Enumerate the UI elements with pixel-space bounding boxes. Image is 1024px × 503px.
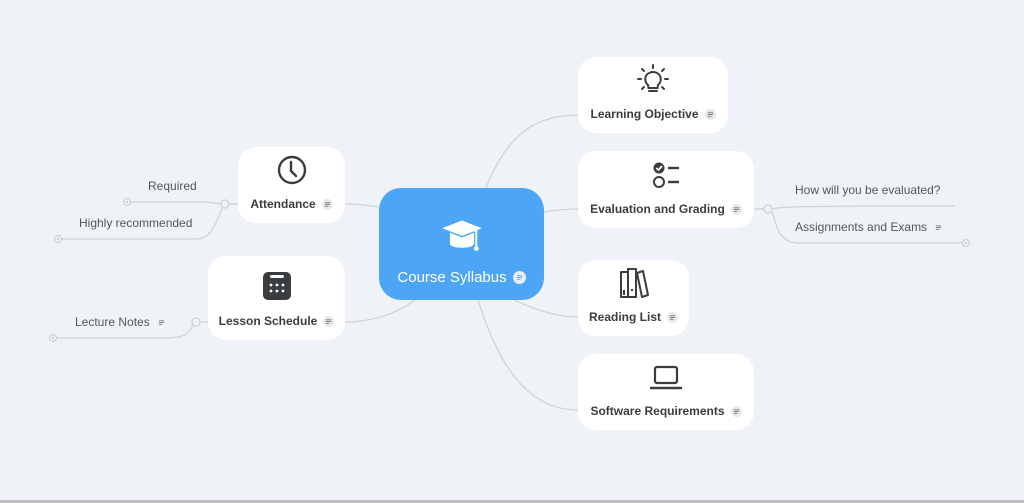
books-icon	[619, 268, 649, 298]
node-lesson-schedule[interactable]: Lesson Schedule	[208, 256, 345, 340]
leaf-label: Highly recommended	[79, 216, 193, 230]
link-root-lesson-schedule	[344, 299, 416, 323]
link-root-learning-objective	[484, 114, 579, 191]
root-node-course-syllabus[interactable]: Course Syllabus	[379, 188, 544, 300]
node-label: Attendance	[250, 197, 316, 211]
note-icon[interactable]	[321, 198, 333, 210]
link-root-attendance	[344, 203, 380, 208]
leaf-label: Lecture Notes	[75, 315, 150, 329]
node-label: Software Requirements	[590, 404, 725, 418]
laptop-icon	[649, 365, 683, 390]
node-software-requirements[interactable]: Software Requirements	[578, 354, 754, 430]
node-learning-objective[interactable]: Learning Objective	[578, 57, 728, 133]
root-label: Course Syllabus	[397, 269, 507, 286]
link-eval-how	[771, 205, 956, 210]
node-evaluation-and-grading[interactable]: Evaluation and Grading	[578, 151, 754, 228]
leaf-label: Assignments and Exams	[795, 220, 928, 234]
link-root-evaluation	[543, 208, 579, 213]
collapse-handle-attendance	[220, 199, 230, 209]
leaf-lecture-notes[interactable]: Lecture Notes	[75, 315, 167, 329]
leaf-assignments-and-exams[interactable]: Assignments and Exams	[795, 220, 944, 234]
clock-icon	[277, 155, 306, 185]
checklist-icon	[653, 162, 679, 188]
link-root-reading-list	[513, 299, 579, 318]
lightbulb-icon	[637, 64, 669, 92]
node-label: Lesson Schedule	[218, 314, 318, 328]
leaf-required[interactable]: Required	[148, 179, 197, 193]
leaf-highly-recommended[interactable]: Highly recommended	[79, 216, 192, 230]
leaf-label: Required	[148, 179, 197, 193]
collapse-handle-evaluation	[763, 204, 773, 214]
link-attendance-required	[131, 201, 222, 205]
note-icon[interactable]	[730, 203, 742, 215]
node-attendance[interactable]: Attendance	[238, 147, 345, 223]
graduation-cap-icon	[441, 220, 482, 251]
note-icon[interactable]	[704, 108, 716, 120]
leaf-how-will-you-be-evaluated[interactable]: How will you be evaluated?	[795, 183, 940, 197]
note-icon[interactable]	[323, 315, 335, 327]
note-icon[interactable]	[933, 222, 944, 233]
leaf-label: How will you be evaluated?	[795, 183, 941, 197]
mind-map-canvas[interactable]: Course Syllabus Learning Objective Evalu…	[0, 0, 1024, 500]
note-icon[interactable]	[512, 271, 526, 284]
note-icon[interactable]	[730, 405, 742, 417]
collapse-handle-lesson	[191, 317, 201, 327]
note-icon[interactable]	[156, 317, 167, 328]
node-label: Evaluation and Grading	[590, 202, 725, 216]
calendar-icon	[262, 272, 291, 300]
link-root-software	[477, 299, 579, 411]
node-reading-list[interactable]: Reading List	[578, 260, 689, 336]
note-icon[interactable]	[667, 311, 678, 323]
node-label: Learning Objective	[590, 107, 699, 121]
node-label: Reading List	[588, 310, 661, 324]
